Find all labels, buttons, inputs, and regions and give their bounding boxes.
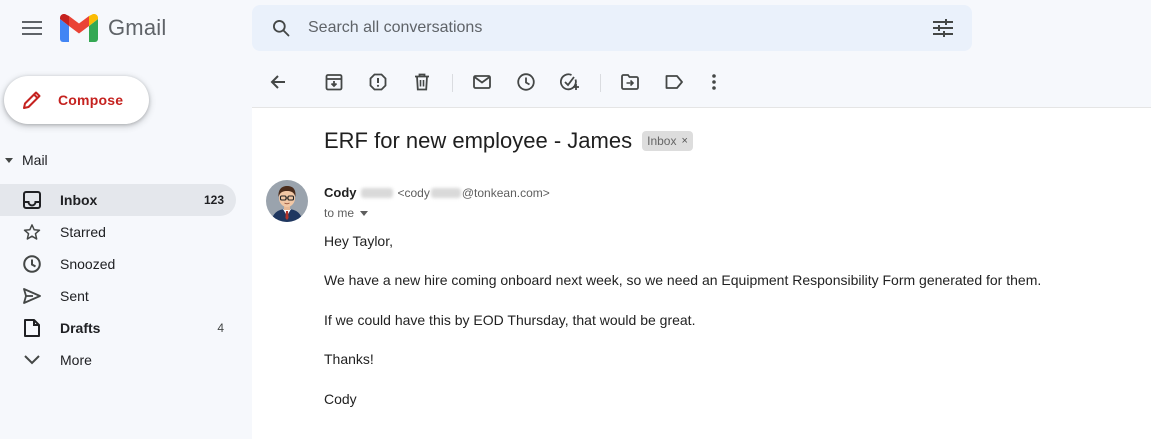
move-to-button[interactable] xyxy=(612,64,648,100)
sidebar-item-starred[interactable]: Starred xyxy=(0,216,236,248)
send-icon xyxy=(22,286,42,306)
back-arrow-icon xyxy=(270,75,285,89)
sender-name[interactable]: Cody xyxy=(324,185,357,200)
email-signature: Cody xyxy=(324,391,357,407)
email-paragraph: If we could have this by EOD Thursday, t… xyxy=(324,312,696,328)
caret-down-icon xyxy=(0,157,18,163)
sidebar-item-label: Starred xyxy=(60,224,106,240)
mark-unread-button[interactable] xyxy=(464,64,500,100)
compose-label: Compose xyxy=(58,92,124,108)
remove-label-button[interactable]: × xyxy=(681,135,687,147)
sender-email-domain: @tonkean.com> xyxy=(461,185,550,200)
add-task-icon xyxy=(560,73,579,91)
snooze-icon xyxy=(517,73,535,91)
sidebar-item-sent[interactable]: Sent xyxy=(0,280,236,312)
sidebar-item-snoozed[interactable]: Snoozed xyxy=(0,248,236,280)
sidebar-item-label: Sent xyxy=(60,288,89,304)
sidebar-item-label: More xyxy=(60,352,92,368)
compose-pencil-icon xyxy=(20,88,44,112)
more-options-button[interactable] xyxy=(696,64,732,100)
mail-section-label: Mail xyxy=(22,152,48,168)
label-icon xyxy=(665,75,683,89)
gmail-m-icon xyxy=(60,14,98,42)
gmail-app: Gmail Search all conversations Compose M… xyxy=(0,0,1151,439)
sender-email: <cody @tonkean.com> xyxy=(398,186,550,200)
toolbar-divider xyxy=(452,74,453,92)
hamburger-menu-icon[interactable] xyxy=(22,21,42,35)
search-icon xyxy=(273,20,290,37)
mark-unread-icon xyxy=(473,75,491,89)
search-options-button[interactable] xyxy=(920,5,966,51)
star-icon xyxy=(22,222,42,242)
sidebar-nav: Inbox 123 Starred Snoozed Sent Drafts 4 … xyxy=(0,184,236,376)
inbox-label-chip[interactable]: Inbox × xyxy=(642,131,693,151)
search-input[interactable] xyxy=(304,5,920,51)
delete-icon xyxy=(415,73,429,91)
chevron-down-icon xyxy=(22,350,42,370)
tune-icon xyxy=(933,19,953,37)
sidebar-item-drafts[interactable]: Drafts 4 xyxy=(0,312,236,344)
clock-icon xyxy=(22,254,42,274)
compose-button[interactable]: Compose xyxy=(4,76,149,124)
sidebar-item-inbox[interactable]: Inbox 123 xyxy=(0,184,236,216)
redacted-email-part xyxy=(430,187,461,198)
sidebar: Compose Mail Inbox 123 Starred Snoozed S… xyxy=(0,56,252,439)
label-chip-text: Inbox xyxy=(647,134,677,148)
archive-button[interactable] xyxy=(316,64,352,100)
draft-count: 4 xyxy=(217,321,224,335)
top-bar: Gmail xyxy=(0,0,1151,56)
redacted-surname xyxy=(360,187,393,198)
report-spam-button[interactable] xyxy=(360,64,396,100)
search-bar[interactable] xyxy=(252,5,972,51)
email-paragraph: We have a new hire coming onboard next w… xyxy=(324,272,1042,288)
toolbar-divider xyxy=(600,74,601,92)
inbox-icon xyxy=(22,190,42,210)
mail-section-toggle[interactable]: Mail xyxy=(0,148,48,172)
delete-button[interactable] xyxy=(404,64,440,100)
app-name: Gmail xyxy=(108,15,167,40)
email-greeting: Hey Taylor, xyxy=(324,233,393,249)
recipient-details-toggle[interactable]: to me xyxy=(324,206,369,220)
email-subject: ERF for new employee - James xyxy=(324,128,633,153)
move-to-icon xyxy=(621,74,639,90)
sender-line: Cody <cody @tonkean.com> xyxy=(324,185,550,200)
caret-down-icon xyxy=(360,210,369,216)
more-vert-icon xyxy=(712,74,716,90)
to-line-text: to me xyxy=(324,206,355,220)
sidebar-item-label: Drafts xyxy=(60,320,101,336)
message-toolbar xyxy=(252,56,1151,108)
back-button[interactable] xyxy=(260,64,296,100)
add-to-tasks-button[interactable] xyxy=(552,64,588,100)
draft-icon xyxy=(22,318,42,338)
report-spam-icon xyxy=(369,73,387,91)
message-view: ERF for new employee - James Inbox × Cod… xyxy=(252,56,1151,439)
unread-count: 123 xyxy=(203,193,224,207)
sender-email-prefix: <cody xyxy=(397,185,430,200)
search-button[interactable] xyxy=(258,5,304,51)
email-subject-row: ERF for new employee - James Inbox × xyxy=(324,128,693,154)
sidebar-item-label: Inbox xyxy=(60,192,98,208)
snooze-button[interactable] xyxy=(508,64,544,100)
email-thanks: Thanks! xyxy=(324,351,374,367)
sidebar-item-label: Snoozed xyxy=(60,256,116,272)
main-menu-button[interactable] xyxy=(12,8,52,48)
sidebar-item-more[interactable]: More xyxy=(0,344,236,376)
gmail-logo[interactable]: Gmail xyxy=(60,12,166,44)
labels-button[interactable] xyxy=(656,64,692,100)
sender-avatar[interactable] xyxy=(266,180,308,222)
archive-icon xyxy=(325,74,343,91)
